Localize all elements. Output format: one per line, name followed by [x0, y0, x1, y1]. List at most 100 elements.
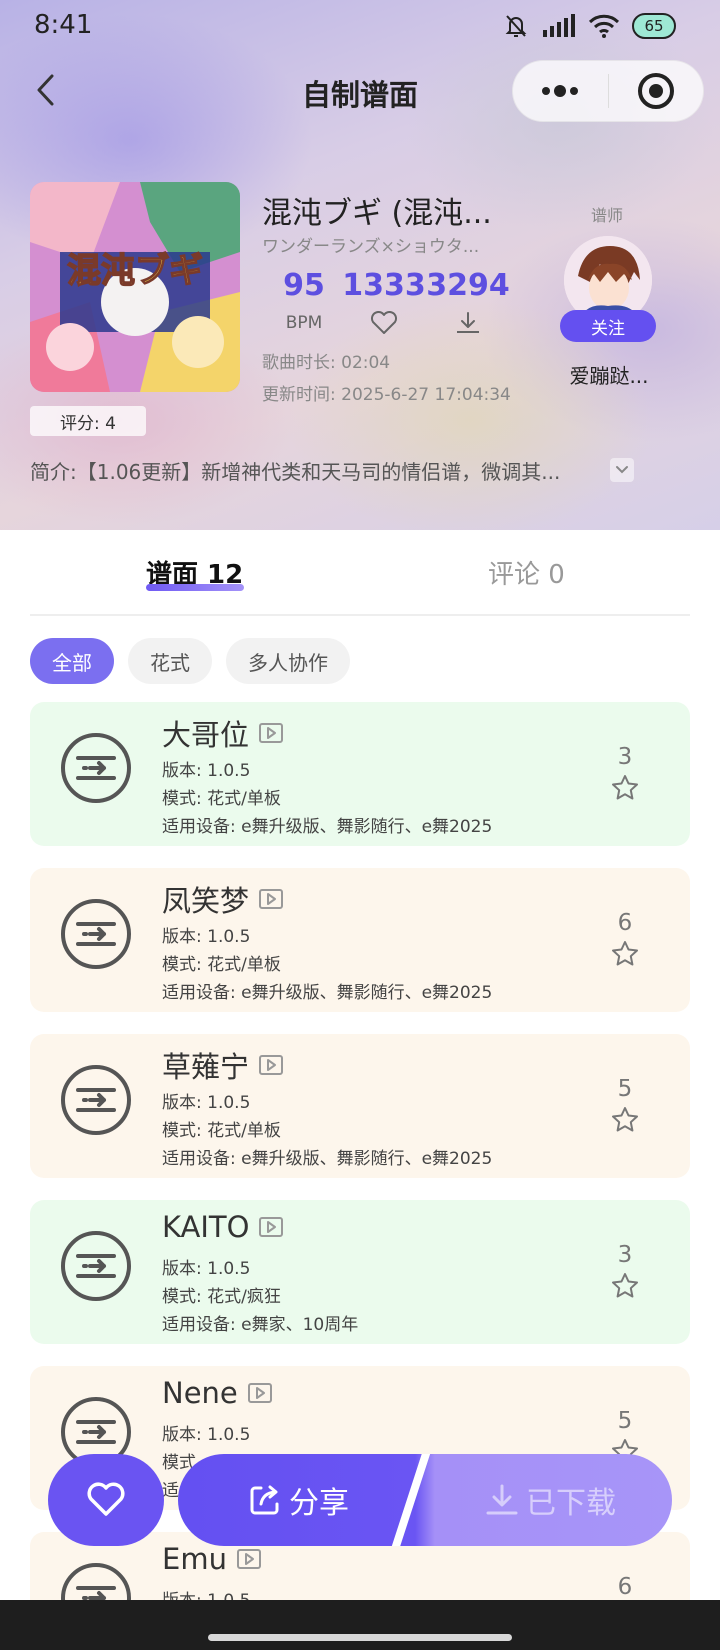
video-play-icon[interactable]: [259, 889, 284, 909]
battery-indicator: 65: [632, 13, 676, 39]
chart-mode: 模式: 花式/单板: [162, 789, 281, 809]
expand-intro-button[interactable]: [610, 458, 634, 482]
song-duration: 歌曲时长: 02:04: [262, 353, 391, 373]
bpm-label: BPM: [285, 313, 323, 333]
mute-bell-icon: [502, 12, 530, 40]
close-miniprogram-button[interactable]: [608, 60, 703, 122]
favorite-button[interactable]: [48, 1454, 164, 1546]
star-icon: [612, 941, 638, 966]
chart-card[interactable]: 大哥位 版本: 1.0.5 模式: 花式/单板 适用设备: e舞升级版、舞影随行…: [30, 702, 690, 846]
stat-downloads: 3294: [426, 268, 510, 337]
bpm-value: 95: [283, 268, 325, 303]
download-icon: [486, 1484, 518, 1515]
video-play-icon[interactable]: [259, 723, 284, 743]
video-play-icon[interactable]: [259, 1055, 284, 1075]
rating-badge: 评分: 4: [30, 406, 146, 436]
update-time: 更新时间: 2025-6-27 17:04:34: [262, 385, 511, 405]
share-icon: [250, 1485, 279, 1515]
video-play-icon[interactable]: [247, 1383, 272, 1403]
tab-comments[interactable]: 评论 0: [488, 554, 565, 591]
filter-multiplayer[interactable]: 多人协作: [226, 638, 350, 684]
bottom-action-bar: 分享 已下载: [0, 1448, 720, 1548]
chart-card[interactable]: 凤笑梦 版本: 1.0.5 模式: 花式/单板 适用设备: e舞升级版、舞影随行…: [30, 868, 690, 1012]
heart-icon: [87, 1482, 125, 1516]
more-dots-icon: [542, 85, 579, 97]
home-indicator[interactable]: [208, 1634, 512, 1641]
status-icons: 65: [502, 12, 676, 40]
chart-devices: 适用设备: e舞家、10周年: [162, 1315, 359, 1335]
chart-difficulty: 3: [617, 744, 633, 770]
chart-mode-icon: [60, 1562, 132, 1600]
chart-difficulty: 6: [617, 1574, 633, 1600]
filter-chips: 全部 花式 多人协作: [30, 638, 350, 684]
download-button[interactable]: 已下载: [428, 1454, 672, 1546]
video-play-icon[interactable]: [236, 1549, 261, 1569]
stat-likes: 1333: [342, 268, 426, 337]
download-icon: [457, 312, 479, 333]
follow-button[interactable]: 关注: [560, 310, 656, 342]
chart-name: 凤笑梦: [162, 884, 250, 918]
chart-name: KAITO: [162, 1210, 250, 1244]
status-time: 8:41: [34, 10, 93, 40]
chart-devices: 适用设备: e舞升级版、舞影随行、e舞2025: [162, 983, 493, 1003]
star-icon: [612, 775, 638, 800]
star-icon: [612, 1107, 638, 1132]
chart-difficulty: 5: [617, 1076, 633, 1102]
downloads-value: 3294: [426, 268, 510, 303]
heart-icon: [370, 311, 398, 334]
share-download-pill: 分享 已下载: [178, 1454, 672, 1546]
chart-version: 版本: 1.0.5: [162, 1425, 251, 1445]
share-button[interactable]: 分享: [178, 1454, 418, 1546]
chart-mode-icon: [60, 898, 132, 970]
song-cover-image: 混沌ブギ: [30, 182, 240, 392]
status-bar: 8:41 65: [0, 0, 720, 56]
filter-all[interactable]: 全部: [30, 638, 114, 684]
song-stats: 95 BPM 1333 3294: [262, 268, 512, 344]
more-button[interactable]: [513, 60, 608, 122]
chart-version: 版本: 1.0.5: [162, 927, 251, 947]
chart-name: 草薙宁: [162, 1050, 250, 1084]
chart-difficulty: 5: [617, 1408, 633, 1434]
likes-value: 1333: [342, 268, 426, 303]
chart-card[interactable]: KAITO 版本: 1.0.5 模式: 花式/疯狂 适用设备: e舞家、10周年…: [30, 1200, 690, 1344]
chart-mode: 模式: 花式/单板: [162, 1121, 281, 1141]
chart-name: 大哥位: [162, 718, 250, 752]
signal-icon: [542, 13, 576, 39]
chart-mode-icon: [60, 1064, 132, 1136]
chart-name: Nene: [162, 1376, 238, 1410]
chart-devices: 适用设备: e舞升级版、舞影随行、e舞2025: [162, 1149, 493, 1169]
cover-title-art: 混沌ブギ: [67, 251, 203, 291]
system-navigation-bar: [0, 1600, 720, 1650]
tab-bar: 谱面 12 评论 0: [30, 530, 690, 616]
chart-mode-icon: [60, 1230, 132, 1302]
download-label: 已下载: [526, 1486, 616, 1521]
chart-version: 版本: 1.0.5: [162, 761, 251, 781]
mini-program-capsule: [512, 60, 704, 122]
wifi-icon: [588, 13, 620, 39]
stat-bpm: 95 BPM: [262, 268, 346, 337]
chart-devices: 适用设备: e舞升级版、舞影随行、e舞2025: [162, 817, 493, 837]
song-title: 混沌ブギ (混沌...: [262, 196, 492, 231]
chart-version: 版本: 1.0.5: [162, 1586, 250, 1600]
mapper-name: 爱蹦跶...: [569, 364, 649, 388]
nav-bar: 自制谱面: [0, 56, 720, 128]
mapper-label: 谱师: [590, 206, 623, 225]
active-tab-indicator: [146, 584, 244, 591]
chart-difficulty: 3: [617, 1242, 633, 1268]
video-play-icon[interactable]: [259, 1217, 284, 1237]
chevron-down-icon: [616, 466, 628, 474]
chart-mode: 模式: 花式/单板: [162, 955, 281, 975]
chart-difficulty: 6: [617, 910, 633, 936]
star-icon: [612, 1273, 638, 1298]
share-label: 分享: [289, 1486, 349, 1521]
chart-version: 版本: 1.0.5: [162, 1259, 251, 1279]
song-intro: 简介:【1.06更新】新增神代类和天马司的情侣谱，微调其...: [30, 460, 561, 484]
chart-mode: 模式: 花式/疯狂: [162, 1287, 281, 1307]
chart-mode-icon: [60, 732, 132, 804]
battery-level: 65: [644, 17, 664, 35]
song-artist: ワンダーランズ×ショウタ...: [262, 237, 480, 257]
target-circle-icon: [637, 73, 674, 109]
chart-card[interactable]: 草薙宁 版本: 1.0.5 模式: 花式/单板 适用设备: e舞升级版、舞影随行…: [30, 1034, 690, 1178]
filter-fancy[interactable]: 花式: [128, 638, 212, 684]
chart-version: 版本: 1.0.5: [162, 1093, 251, 1113]
